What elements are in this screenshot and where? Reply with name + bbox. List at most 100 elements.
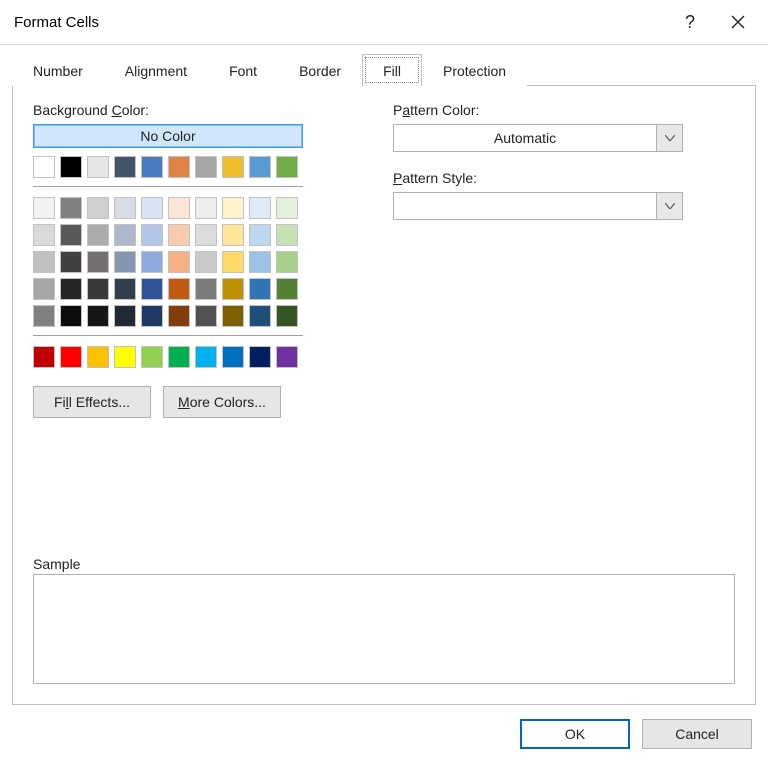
tab-font[interactable]: Font xyxy=(208,54,278,86)
color-swatch[interactable] xyxy=(222,346,244,368)
color-swatch[interactable] xyxy=(141,197,163,219)
color-swatch[interactable] xyxy=(114,224,136,246)
color-swatch[interactable] xyxy=(195,224,217,246)
color-swatch[interactable] xyxy=(249,197,271,219)
color-swatch[interactable] xyxy=(87,197,109,219)
tab-protection[interactable]: Protection xyxy=(422,54,527,86)
color-swatch[interactable] xyxy=(60,346,82,368)
color-swatch[interactable] xyxy=(141,278,163,300)
color-swatch[interactable] xyxy=(249,156,271,178)
color-swatch[interactable] xyxy=(33,197,55,219)
color-swatch[interactable] xyxy=(114,346,136,368)
fill-effects-button[interactable]: Fill Effects... xyxy=(33,386,151,418)
color-swatch[interactable] xyxy=(60,278,82,300)
color-swatch[interactable] xyxy=(60,305,82,327)
sample-preview xyxy=(33,574,735,684)
chevron-down-icon xyxy=(656,125,682,151)
dialog-footer: OK Cancel xyxy=(0,715,768,763)
color-swatch[interactable] xyxy=(60,197,82,219)
color-swatch[interactable] xyxy=(87,305,109,327)
color-swatch[interactable] xyxy=(222,156,244,178)
color-swatch[interactable] xyxy=(195,156,217,178)
color-swatch[interactable] xyxy=(141,305,163,327)
color-swatch[interactable] xyxy=(114,156,136,178)
color-swatch[interactable] xyxy=(114,251,136,273)
color-swatch[interactable] xyxy=(276,346,298,368)
color-swatch[interactable] xyxy=(276,197,298,219)
more-colors-button[interactable]: More Colors... xyxy=(163,386,281,418)
color-swatch[interactable] xyxy=(33,156,55,178)
color-swatch[interactable] xyxy=(168,251,190,273)
color-swatch[interactable] xyxy=(87,278,109,300)
color-swatch[interactable] xyxy=(33,305,55,327)
color-swatch[interactable] xyxy=(195,197,217,219)
color-swatch[interactable] xyxy=(249,251,271,273)
color-swatch[interactable] xyxy=(168,278,190,300)
color-swatch[interactable] xyxy=(276,224,298,246)
no-color-button[interactable]: No Color xyxy=(33,124,303,148)
color-swatch[interactable] xyxy=(114,197,136,219)
pattern-section: Pattern Color: Automatic Pattern Style: xyxy=(393,102,735,418)
pattern-style-label: Pattern Style: xyxy=(393,170,735,186)
close-button[interactable] xyxy=(720,5,756,39)
tab-alignment[interactable]: Alignment xyxy=(104,54,208,86)
color-swatch[interactable] xyxy=(114,278,136,300)
color-swatch[interactable] xyxy=(33,278,55,300)
color-swatch[interactable] xyxy=(87,156,109,178)
color-swatch[interactable] xyxy=(168,197,190,219)
color-swatch[interactable] xyxy=(141,224,163,246)
color-swatch[interactable] xyxy=(249,305,271,327)
color-swatch[interactable] xyxy=(195,305,217,327)
color-swatch[interactable] xyxy=(222,224,244,246)
pattern-style-dropdown[interactable] xyxy=(393,192,683,220)
color-swatch[interactable] xyxy=(249,224,271,246)
color-swatch[interactable] xyxy=(168,224,190,246)
tab-border[interactable]: Border xyxy=(278,54,362,86)
tabs-row: Number Alignment Font Border Fill Protec… xyxy=(0,45,768,85)
color-swatch[interactable] xyxy=(87,251,109,273)
color-swatch[interactable] xyxy=(60,156,82,178)
color-swatch[interactable] xyxy=(60,251,82,273)
color-swatch[interactable] xyxy=(195,251,217,273)
color-swatch[interactable] xyxy=(141,346,163,368)
color-swatch[interactable] xyxy=(276,305,298,327)
color-swatch[interactable] xyxy=(87,346,109,368)
pattern-style-value xyxy=(394,193,656,219)
color-swatch[interactable] xyxy=(33,346,55,368)
color-swatch[interactable] xyxy=(276,156,298,178)
tab-fill[interactable]: Fill xyxy=(362,54,422,86)
color-swatch[interactable] xyxy=(168,156,190,178)
color-swatch[interactable] xyxy=(195,346,217,368)
fill-content: Background Color: No Color Fill Effects.… xyxy=(33,102,735,418)
color-swatch[interactable] xyxy=(33,224,55,246)
color-swatch[interactable] xyxy=(33,251,55,273)
help-button[interactable]: ? xyxy=(672,5,708,39)
pattern-color-dropdown[interactable]: Automatic xyxy=(393,124,683,152)
color-swatch[interactable] xyxy=(276,251,298,273)
color-swatch[interactable] xyxy=(276,278,298,300)
background-color-section: Background Color: No Color Fill Effects.… xyxy=(33,102,333,418)
color-swatch[interactable] xyxy=(222,305,244,327)
color-swatch[interactable] xyxy=(249,346,271,368)
color-swatch[interactable] xyxy=(87,224,109,246)
standard-color-row xyxy=(33,346,303,368)
cancel-button[interactable]: Cancel xyxy=(642,719,752,749)
color-swatch[interactable] xyxy=(222,197,244,219)
color-swatch[interactable] xyxy=(114,305,136,327)
color-swatch[interactable] xyxy=(222,278,244,300)
color-swatch[interactable] xyxy=(141,156,163,178)
theme-color-row xyxy=(33,156,303,178)
color-swatch[interactable] xyxy=(60,224,82,246)
tab-number[interactable]: Number xyxy=(12,54,104,86)
color-swatch[interactable] xyxy=(195,278,217,300)
ok-button[interactable]: OK xyxy=(520,719,630,749)
color-swatch[interactable] xyxy=(168,346,190,368)
background-color-label: Background Color: xyxy=(33,102,333,118)
pattern-color-value: Automatic xyxy=(394,125,656,151)
swatch-divider-1 xyxy=(33,186,303,187)
color-swatch[interactable] xyxy=(141,251,163,273)
color-swatch[interactable] xyxy=(249,278,271,300)
color-swatch[interactable] xyxy=(222,251,244,273)
color-swatch[interactable] xyxy=(168,305,190,327)
window-controls: ? xyxy=(672,5,756,39)
